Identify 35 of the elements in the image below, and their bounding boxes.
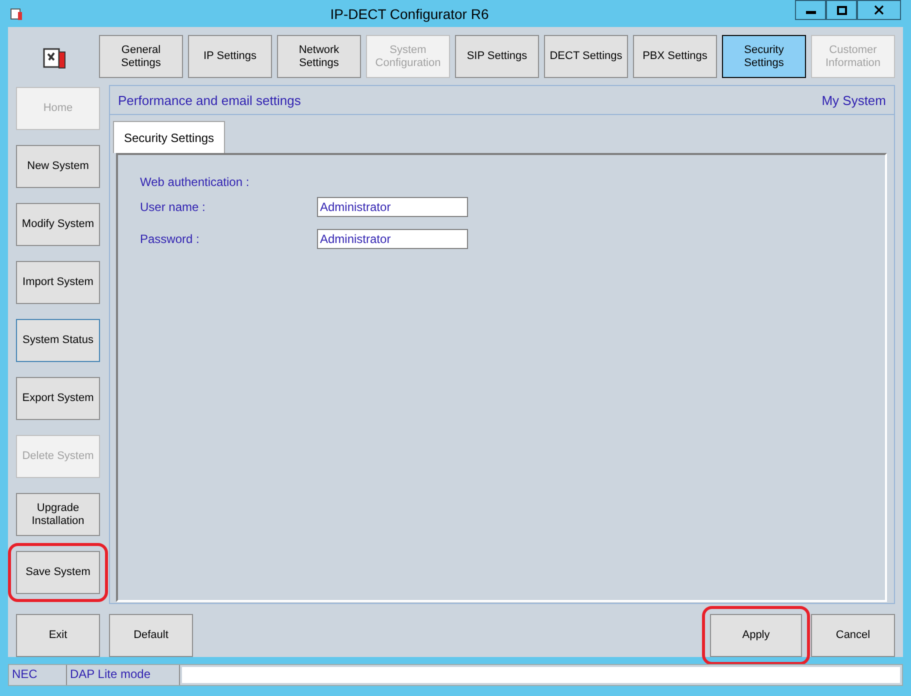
sidebar-button[interactable]: System Status [16,319,100,362]
settings-tab[interactable]: DECT Settings [544,35,628,78]
close-button[interactable] [857,0,901,20]
footer-button[interactable]: Cancel [811,614,895,658]
status-text: DAP Lite mode [67,665,180,685]
sidebar-button[interactable]: Modify System [16,203,100,246]
footer-button[interactable]: Apply [710,614,802,658]
window-title: IP-DECT Configurator R6 [329,6,490,22]
panel-heading: Performance and email settings [118,92,301,108]
input-field[interactable]: Administrator [317,229,468,250]
settings-tab[interactable]: Network Settings [277,35,361,78]
sidebar-button[interactable]: New System [16,145,100,188]
footer-button[interactable]: Default [109,614,193,658]
sidebar-button[interactable]: Save System [16,551,100,594]
sidebar-button[interactable]: Upgrade Installation [16,493,100,536]
field-label: User name : [140,200,206,214]
minimize-button[interactable] [795,0,826,20]
settings-tab[interactable]: Security Settings [722,35,806,78]
system-name: My System [822,92,886,108]
status-text: NEC [9,665,67,685]
settings-tab[interactable]: SIP Settings [455,35,539,78]
sidebar-button[interactable]: Import System [16,261,100,304]
field-label: Password : [140,232,200,246]
subtab[interactable]: Security Settings [113,121,226,154]
app-icon [10,6,24,21]
close-icon [874,5,884,15]
maximize-button[interactable] [826,0,857,20]
maximize-icon [836,6,846,14]
section-label: Web authentication : [140,175,250,190]
input-field[interactable]: Administrator [317,197,468,218]
settings-tab[interactable]: PBX Settings [633,35,717,78]
settings-tab[interactable]: General Settings [99,35,183,78]
sidebar-button[interactable]: Export System [16,377,100,420]
footer-button[interactable]: Exit [16,614,100,658]
settings-tab[interactable]: IP Settings [188,35,272,78]
